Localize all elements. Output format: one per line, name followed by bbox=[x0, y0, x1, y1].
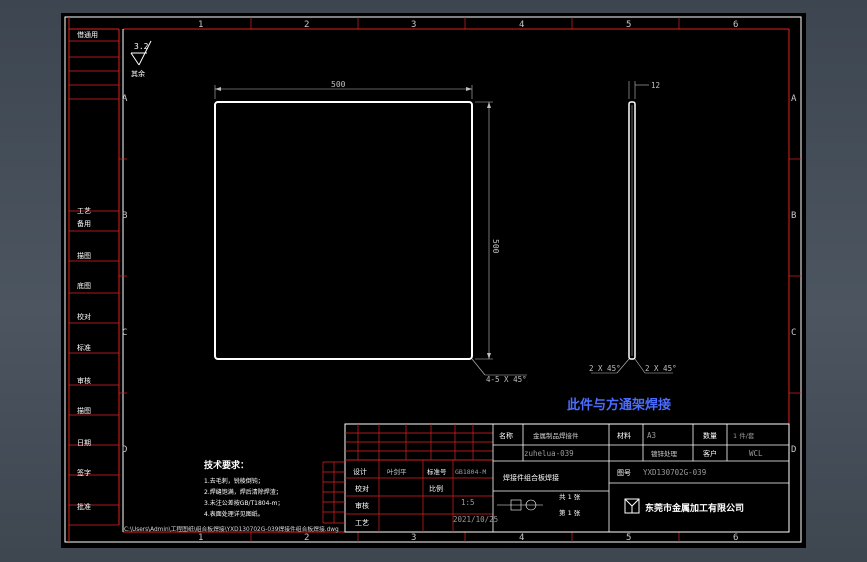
tb-customer-label: 客户 bbox=[703, 449, 717, 458]
tb-ratio-label: 比例 bbox=[429, 484, 443, 493]
tb-drawing-no: zuhelua-039 bbox=[524, 449, 574, 458]
row-label-right: B bbox=[791, 211, 796, 221]
left-column-label: 描图 bbox=[77, 406, 91, 415]
tb-checker-label: 校对 bbox=[355, 484, 369, 493]
tb-name-label: 名称 bbox=[499, 431, 513, 440]
left-column-label: 标准 bbox=[77, 343, 91, 352]
tb-customer-value: WCL bbox=[749, 449, 763, 458]
tech-req-heading: 技术要求： bbox=[204, 459, 249, 471]
drawing-canvas[interactable]: 借通用 工艺 备用 描图 底图 校对 标准 审核 描图 日期 签字 批准 123456 123456 … bbox=[61, 13, 806, 548]
tb-date-value: 2021/10/25 bbox=[453, 515, 498, 524]
left-column-label: 工艺 bbox=[77, 207, 91, 215]
tech-req-line-1: 1.去毛刺，锐棱倒钝； bbox=[204, 477, 264, 485]
tb-company-name: 东莞市金属加工有限公司 bbox=[645, 502, 744, 514]
outer-frame bbox=[64, 16, 802, 543]
row-label-left: A bbox=[122, 94, 128, 104]
tb-designer-value: 叶剑平 bbox=[387, 467, 407, 476]
tb-designer-label: 设计 bbox=[353, 467, 367, 476]
tb-material-value: A3 bbox=[647, 431, 656, 440]
left-column-label: 借通用 bbox=[77, 30, 98, 39]
chamfer-note: 4-5 X 45° bbox=[486, 375, 527, 384]
file-path: C:\Users\Admin\工程图纸\组合板焊接\YXD130702G-039… bbox=[124, 525, 339, 533]
cad-drawing-sheet: 借通用工艺备用描图底图校对标准审核描图日期签字批准 123456 123456 … bbox=[64, 16, 802, 543]
tb-sheet-total: 共 1 张 bbox=[559, 492, 581, 501]
tb-material-label: 材料 bbox=[617, 431, 631, 440]
tb-standard-value: GB1804-M bbox=[455, 468, 486, 476]
chamfer-right: 2 X 45° bbox=[645, 364, 677, 373]
left-column-label: 备用 bbox=[77, 219, 91, 228]
chamfer-left: 2 X 45° bbox=[589, 364, 621, 373]
tb-name-value: 金属制品焊接件 bbox=[533, 431, 579, 440]
tb-qty-value: 1 件/套 bbox=[733, 431, 755, 440]
column-label-top: 5 bbox=[626, 20, 631, 30]
tb-ratio-value: 1:5 bbox=[461, 498, 475, 507]
front-view[interactable]: 500 500 4-5 X 45° bbox=[214, 80, 527, 384]
column-label-bottom: 4 bbox=[519, 533, 524, 543]
row-label-left: C bbox=[122, 328, 127, 338]
roughness-value: 3.2 bbox=[134, 42, 149, 51]
title-block: 名称 金属制品焊接件 zuhelua-039 材料 A3 数量 1 件/套 镀锌… bbox=[322, 423, 790, 533]
column-label-bottom: 2 bbox=[304, 533, 309, 543]
left-label-column: 借通用工艺备用描图底图校对标准审核描图日期签字批准 bbox=[69, 28, 120, 526]
technical-requirements: 技术要求： 1.去毛刺，锐棱倒钝； 2.焊缝饱满，焊后清除焊渣； 3.未注公差按… bbox=[204, 459, 283, 518]
tb-review-label: 审核 bbox=[355, 501, 369, 510]
left-column-label: 签字 bbox=[77, 468, 91, 477]
tb-standard-label: 标准号 bbox=[427, 467, 447, 476]
tb-process-label: 工艺 bbox=[355, 519, 369, 527]
left-column-label: 日期 bbox=[77, 439, 91, 447]
left-column-label: 底图 bbox=[77, 281, 91, 290]
tb-drawing-id-label: 图号 bbox=[617, 469, 631, 477]
left-column-label: 描图 bbox=[77, 251, 91, 260]
column-label-bottom: 1 bbox=[198, 533, 203, 543]
tech-req-line-3: 3.未注公差按GB/T1804-m； bbox=[204, 499, 283, 507]
projection-symbol-icon bbox=[497, 499, 543, 511]
column-label-top: 2 bbox=[304, 20, 309, 30]
side-view[interactable]: 12 2 X 45° 2 X 45° bbox=[589, 81, 677, 374]
column-label-bottom: 3 bbox=[411, 533, 416, 543]
row-label-right: D bbox=[791, 445, 796, 455]
plate-outline[interactable] bbox=[214, 101, 473, 360]
roughness-note: 其余 bbox=[131, 69, 145, 78]
width-dimension: 500 bbox=[331, 80, 346, 89]
row-labels-right: A B C D bbox=[791, 94, 797, 455]
tb-sheet-current: 第 1 张 bbox=[559, 508, 581, 517]
column-label-top: 6 bbox=[733, 20, 738, 30]
column-label-top: 3 bbox=[411, 20, 416, 30]
row-label-left: B bbox=[122, 211, 127, 221]
column-label-bottom: 6 bbox=[733, 533, 738, 543]
row-label-right: C bbox=[791, 328, 796, 338]
tech-req-line-2: 2.焊缝饱满，焊后清除焊渣； bbox=[204, 488, 282, 496]
row-label-left: D bbox=[122, 445, 127, 455]
column-label-top: 1 bbox=[198, 20, 203, 30]
column-label-top: 4 bbox=[519, 20, 524, 30]
column-label-bottom: 5 bbox=[626, 533, 631, 543]
row-label-right: A bbox=[791, 94, 797, 104]
company-logo-icon bbox=[624, 498, 640, 514]
left-column-label: 校对 bbox=[77, 312, 91, 321]
thickness-dimension: 12 bbox=[651, 81, 660, 90]
left-column-label: 批准 bbox=[77, 502, 91, 511]
tb-finish-value: 镀锌处理 bbox=[651, 449, 678, 458]
tb-qty-label: 数量 bbox=[703, 431, 717, 440]
drawing-title: 此件与方通架焊接 bbox=[567, 397, 671, 413]
surface-roughness-symbol: 3.2 其余 bbox=[130, 40, 152, 78]
tb-parts-name: 焊接件组合板焊接 bbox=[503, 473, 559, 482]
tech-req-line-4: 4.表面处理详见图纸。 bbox=[204, 510, 264, 518]
height-dimension: 500 bbox=[491, 239, 500, 254]
left-column-label: 审核 bbox=[77, 376, 91, 385]
tb-drawing-id-value: YXD130702G-039 bbox=[643, 468, 706, 477]
